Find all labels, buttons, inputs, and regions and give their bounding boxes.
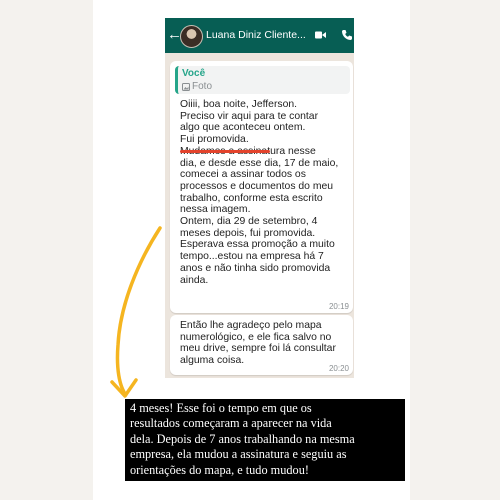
whatsapp-screenshot: ← Luana Diniz Cliente... Você Foto Oiiii… <box>165 18 354 378</box>
message-bubble[interactable]: Então lhe agradeço pelo mapa numerológic… <box>170 315 353 375</box>
video-call-icon[interactable] <box>315 31 326 39</box>
contact-name[interactable]: Luana Diniz Cliente... <box>206 29 306 41</box>
highlight-underline <box>180 150 270 153</box>
phone-call-icon[interactable] <box>341 29 353 41</box>
caption-text: 4 meses! Esse foi o tempo em que os resu… <box>130 401 355 477</box>
photo-icon <box>182 82 190 91</box>
quoted-sender: Você <box>182 68 206 79</box>
quoted-type: Foto <box>182 81 212 92</box>
quoted-type-label: Foto <box>192 81 213 92</box>
caption-box: 4 meses! Esse foi o tempo em que os resu… <box>125 399 405 481</box>
message-time: 20:20 <box>328 364 349 373</box>
quoted-message[interactable]: Você Foto <box>175 66 350 94</box>
avatar[interactable] <box>180 25 203 48</box>
message-bubble[interactable]: Você Foto Oiiii, boa noite, Jefferson. P… <box>170 61 353 313</box>
message-text: Então lhe agradeço pelo mapa numerológic… <box>180 320 336 367</box>
chat-header: ← Luana Diniz Cliente... <box>165 18 354 53</box>
message-text: Oiiii, boa noite, Jefferson. Preciso vir… <box>180 99 339 286</box>
message-time: 20:19 <box>328 302 349 311</box>
